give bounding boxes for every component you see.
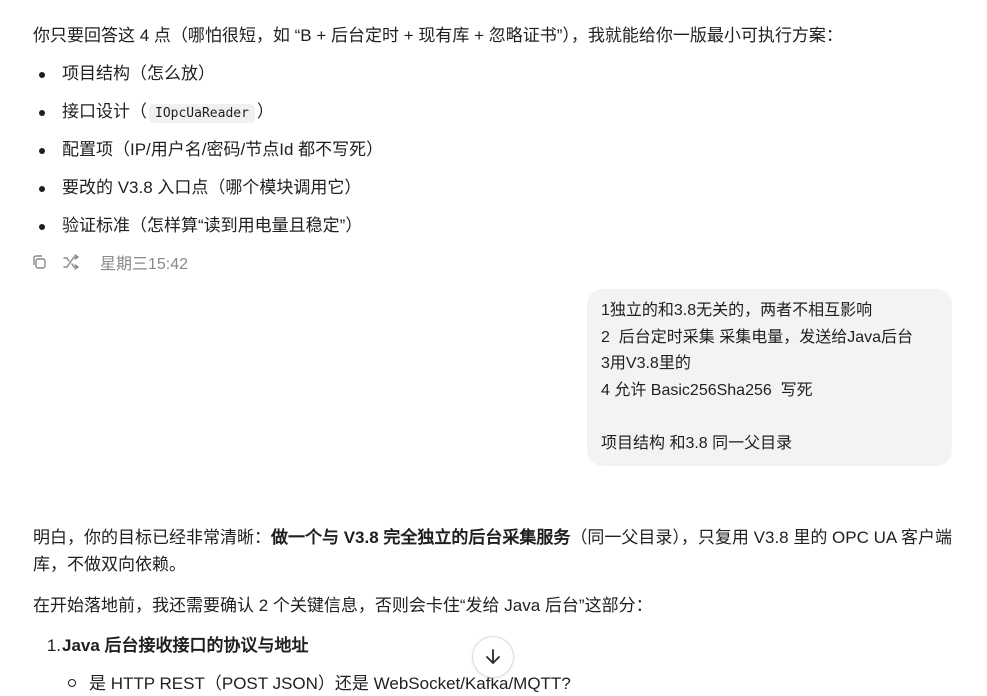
requirements-list: 项目结构（怎么放） 接口设计（ IOpcUaReader） 配置项（IP/用户名/… — [33, 62, 383, 252]
assistant-paragraph: 明白，你的目标已经非常清晰：做一个与 V3.8 完全独立的后台采集服务（同一父目… — [33, 524, 958, 578]
user-message-bubble: 1独立的和3.8无关的，两者不相互影响 2 后台定时采集 采集电量，发送给Jav… — [587, 289, 952, 466]
list-item-text: 接口设计（ — [62, 102, 147, 121]
bullet-icon — [39, 110, 45, 116]
list-item-text: 项目结构（怎么放） — [62, 64, 215, 83]
circle-bullet-icon — [68, 678, 76, 687]
user-message-line: 4 允许 Basic256Sha256 写死 — [601, 381, 813, 399]
bullet-icon — [39, 224, 45, 230]
list-item-text: 配置项（IP/用户名/密码/节点Id 都不写死） — [62, 140, 384, 159]
list-number: 1. — [46, 636, 61, 655]
scroll-to-bottom-button[interactable] — [472, 636, 514, 678]
user-message-line: 项目结构 和3.8 同一父目录 — [601, 434, 793, 452]
list-item: 配置项（IP/用户名/密码/节点Id 都不写死） — [33, 138, 383, 176]
user-message-line: 2 后台定时采集 采集电量，发送给Java后台 — [601, 328, 914, 346]
paragraph-bold-text: 做一个与 V3.8 完全独立的后台采集服务 — [271, 528, 571, 547]
list-item: 验证标准（怎样算“读到用电量且稳定”） — [33, 214, 383, 252]
user-message-line: 3用V3.8里的 — [601, 355, 691, 372]
list-item: 要改的 V3.8 入口点（哪个模块调用它） — [33, 176, 383, 214]
user-message-line — [601, 404, 938, 431]
bullet-icon — [39, 186, 45, 192]
list-item-text: ） — [256, 102, 274, 121]
bullet-icon — [39, 148, 45, 154]
bullet-icon — [39, 72, 45, 78]
assistant-intro-text: 你只要回答这 4 点（哪怕很短，如 “B + 后台定时 + 现有库 + 忽略证书… — [33, 26, 843, 45]
paragraph-text: 明白，你的目标已经非常清晰： — [33, 528, 271, 547]
numbered-list-item: 1. Java 后台接收接口的协议与地址 — [33, 634, 309, 658]
message-actions: 星期三15:42 — [30, 250, 188, 274]
assistant-paragraph: 在开始落地前，我还需要确认 2 个关键信息，否则会卡住“发给 Java 后台”这… — [33, 596, 653, 615]
branch-icon[interactable] — [62, 253, 80, 271]
list-item-heading: Java 后台接收接口的协议与地址 — [62, 636, 309, 655]
inline-code: IOpcUaReader — [149, 104, 255, 123]
user-message-line: 1独立的和3.8无关的，两者不相互影响 — [601, 302, 873, 319]
list-item: 接口设计（ IOpcUaReader） — [33, 100, 383, 138]
list-item: 项目结构（怎么放） — [33, 62, 383, 100]
arrow-down-icon — [486, 649, 500, 664]
message-timestamp: 星期三15:42 — [100, 256, 189, 273]
list-item-text: 要改的 V3.8 入口点（哪个模块调用它） — [62, 178, 362, 197]
list-item-text: 验证标准（怎样算“读到用电量且稳定”） — [62, 216, 363, 235]
copy-icon[interactable] — [30, 253, 48, 271]
